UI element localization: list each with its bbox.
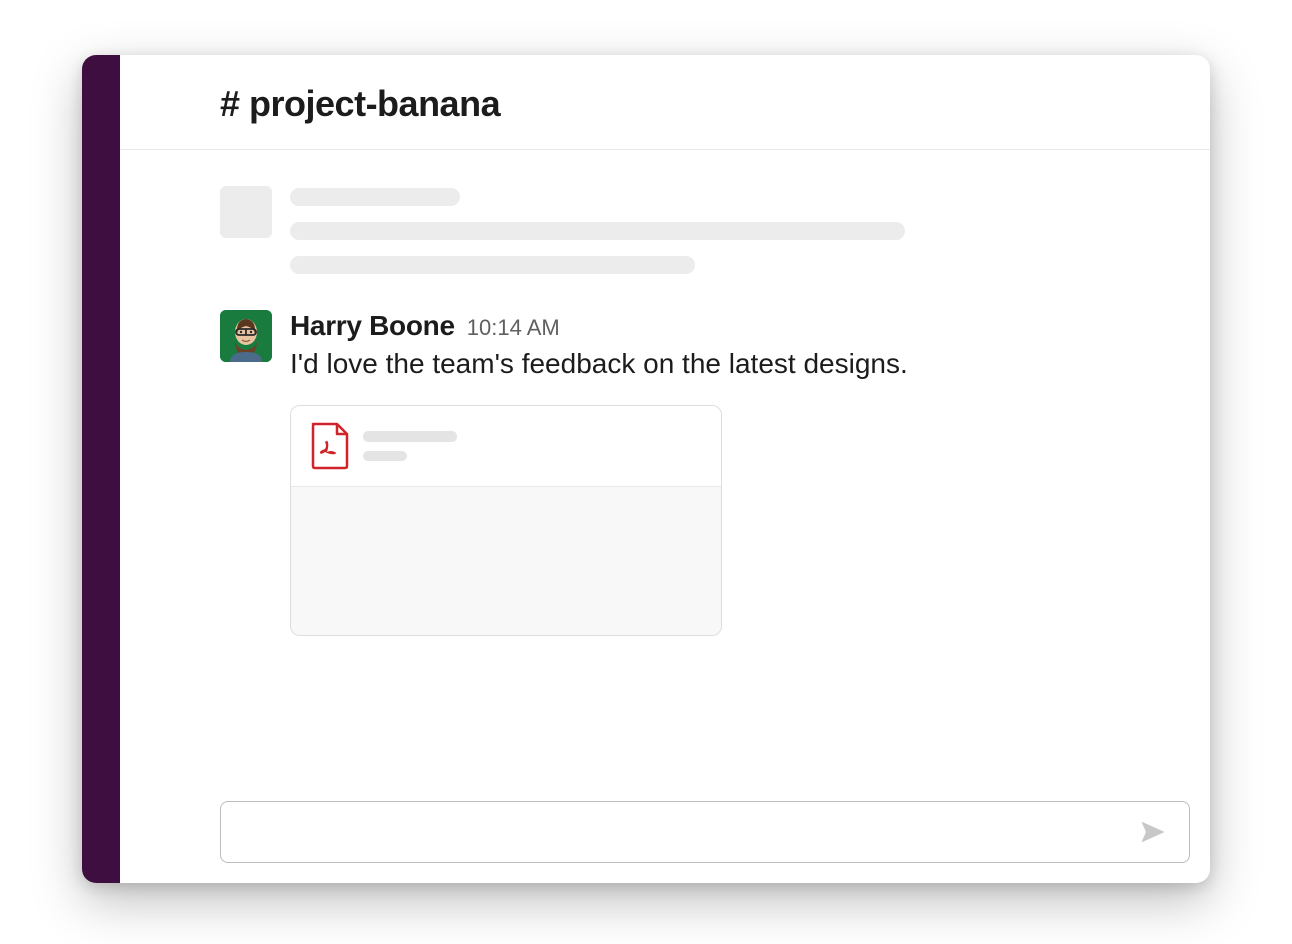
message-body: Harry Boone 10:14 AM I'd love the team's… [290,310,1170,636]
attachment-meta [363,431,703,461]
attachment-preview [291,487,721,635]
slack-window: # project-banana [82,55,1210,883]
attachment-header [291,406,721,487]
placeholder-line [290,256,695,274]
channel-prefix: # [220,83,240,124]
message-timestamp[interactable]: 10:14 AM [467,315,560,341]
avatar-image [220,310,272,362]
main-content: # project-banana [120,55,1210,883]
placeholder-line [290,222,905,240]
message-header: Harry Boone 10:14 AM [290,310,1170,342]
sidebar [82,55,120,883]
attachment-name-placeholder [363,431,457,442]
message-composer[interactable] [220,801,1190,863]
text-placeholder [290,186,1170,274]
message-placeholder [220,186,1170,274]
message-list: Harry Boone 10:14 AM I'd love the team's… [120,150,1210,883]
channel-name-text: project-banana [249,83,500,124]
channel-name[interactable]: # project-banana [220,83,1170,125]
channel-header: # project-banana [120,55,1210,150]
message-text: I'd love the team's feedback on the late… [290,344,1170,383]
avatar[interactable] [220,310,272,362]
message-author[interactable]: Harry Boone [290,310,455,342]
message: Harry Boone 10:14 AM I'd love the team's… [220,310,1170,636]
send-icon[interactable] [1139,818,1167,846]
file-attachment[interactable] [290,405,722,636]
pdf-icon [309,422,349,470]
attachment-size-placeholder [363,451,407,461]
avatar-placeholder [220,186,272,238]
placeholder-line [290,188,460,206]
